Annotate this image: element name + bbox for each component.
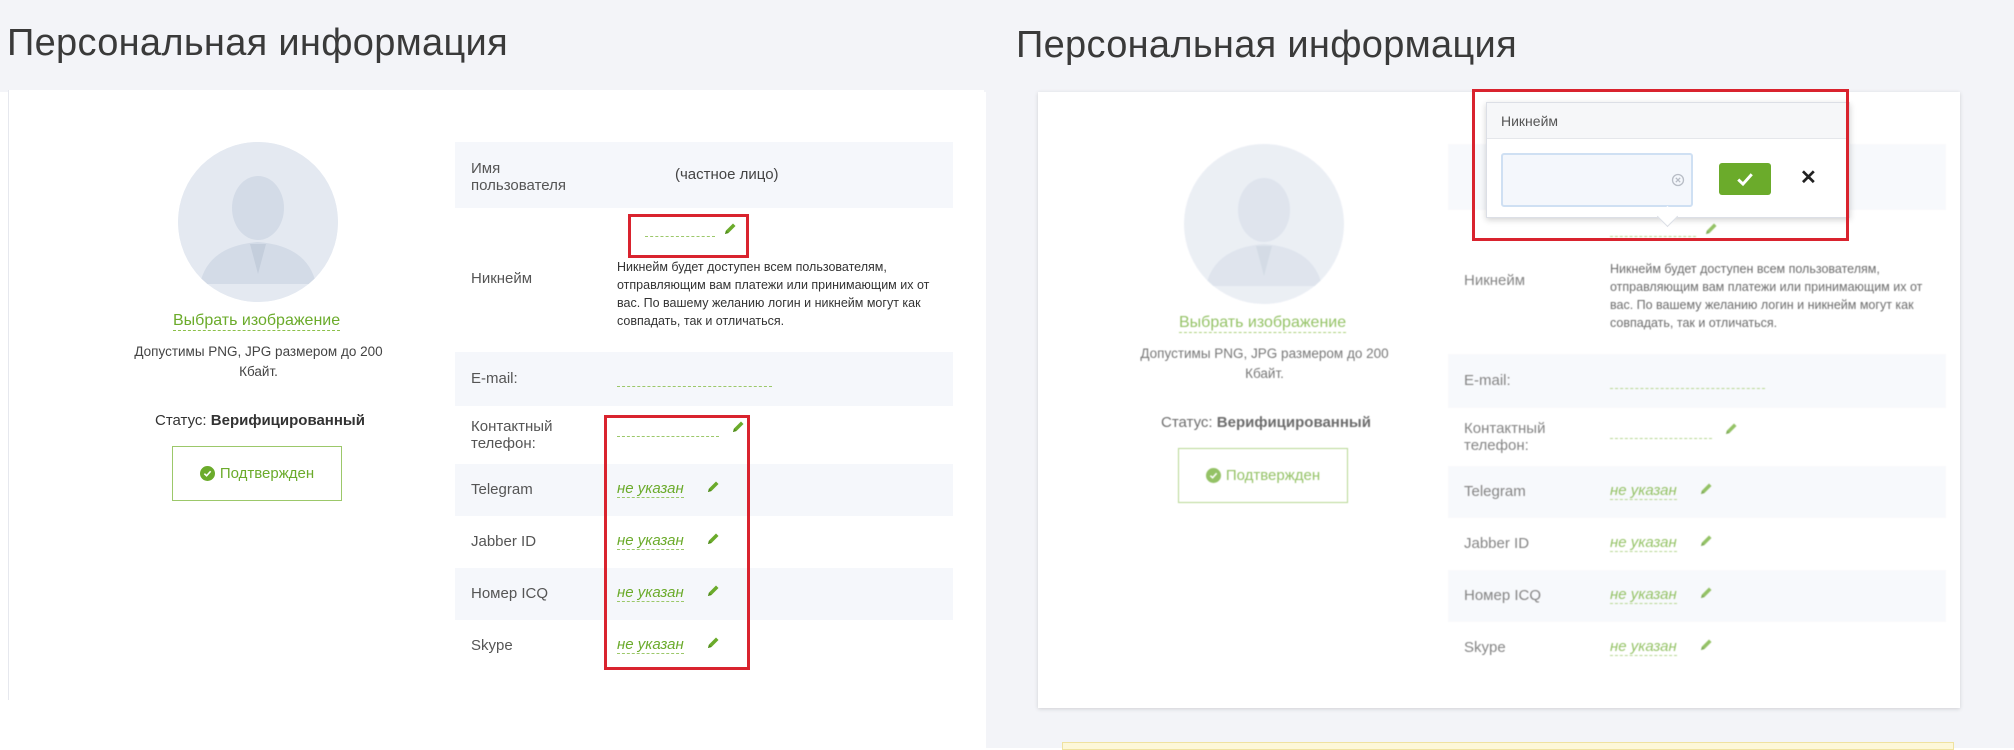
jabber-label: Jabber ID [471, 533, 537, 550]
avatar-secondary [1184, 144, 1344, 304]
row-phone-secondary: Контактный телефон: [1448, 408, 1946, 466]
email-value-secondary [1610, 388, 1765, 389]
nickname-label: Никнейм [471, 270, 533, 287]
row-username: Имя пользователя (частное лицо) [455, 142, 953, 208]
skype-edit-pencil-icon-secondary[interactable] [1699, 638, 1713, 652]
page-title-secondary: Персональная информация [1016, 24, 1517, 66]
clear-input-icon[interactable] [1671, 173, 1685, 187]
row-jabber-secondary: Jabber ID не указан [1448, 518, 1946, 570]
confirmed-label: Подтвержден [219, 465, 315, 482]
nickname-value[interactable] [645, 236, 715, 237]
icq-label-secondary: Номер ICQ [1464, 587, 1542, 604]
nickname-value-secondary[interactable] [1610, 236, 1696, 237]
phone-label: Контактный телефон: [471, 418, 553, 452]
status-label: Статус: [155, 412, 207, 429]
username-label: Имя пользователя [471, 160, 566, 194]
page-title: Персональная информация [7, 22, 508, 64]
telegram-edit-pencil-icon[interactable] [706, 480, 720, 494]
email-label: E-mail: [471, 370, 518, 387]
jabber-edit-pencil-icon[interactable] [706, 532, 720, 546]
telegram-label-secondary: Telegram [1464, 483, 1526, 500]
row-phone: Контактный телефон: [455, 406, 953, 464]
nickname-description-secondary: Никнейм будет доступен всем пользователя… [1610, 262, 1923, 330]
nickname-label-secondary: Никнейм [1464, 272, 1526, 289]
left-panel: Персональная информация Выбрать изображе… [0, 0, 986, 748]
jabber-label-secondary: Jabber ID [1464, 535, 1530, 552]
row-nickname-secondary: Никнейм Никнейм будет доступен всем поль… [1448, 210, 1946, 354]
icq-value-secondary[interactable]: не указан [1610, 586, 1677, 604]
choose-image-link[interactable]: Выбрать изображение [173, 312, 341, 331]
email-label-secondary: E-mail: [1464, 372, 1511, 389]
jabber-value-secondary[interactable]: не указан [1610, 534, 1677, 552]
row-email-secondary: E-mail: [1448, 354, 1946, 408]
phone-edit-pencil-icon[interactable] [731, 420, 745, 434]
user-silhouette-icon-secondary [1184, 144, 1344, 304]
skype-label: Skype [471, 637, 513, 654]
confirmed-label-secondary: Подтвержден [1225, 467, 1321, 484]
row-jabber: Jabber ID не указан [455, 516, 953, 568]
telegram-value-secondary[interactable]: не указан [1610, 482, 1677, 500]
skype-value-secondary[interactable]: не указан [1610, 638, 1677, 656]
jabber-value[interactable]: не указан [617, 532, 684, 550]
check-circle-icon [199, 466, 215, 481]
username-value: (частное лицо) [675, 166, 779, 183]
phone-edit-pencil-icon-secondary[interactable] [1724, 422, 1738, 436]
cancel-nickname-button[interactable]: ✕ [1800, 168, 1817, 188]
avatar [178, 142, 338, 302]
jabber-edit-pencil-icon-secondary[interactable] [1699, 534, 1713, 548]
nickname-input[interactable] [1501, 153, 1693, 207]
nickname-edit-popover: Никнейм ✕ [1486, 102, 1850, 218]
choose-image-link-secondary[interactable]: Выбрать изображение [1179, 314, 1347, 333]
popover-title: Никнейм [1487, 103, 1849, 139]
confirm-nickname-button[interactable] [1719, 163, 1771, 195]
verification-status: Статус: Верифицированный [155, 412, 365, 429]
row-telegram: Telegram не указан [455, 464, 953, 516]
skype-value[interactable]: не указан [617, 636, 684, 654]
checkmark-icon [1737, 173, 1753, 187]
verification-status-secondary: Статус: Верифицированный [1161, 414, 1371, 431]
row-icq-secondary: Номер ICQ не указан [1448, 570, 1946, 622]
telegram-edit-pencil-icon-secondary[interactable] [1699, 482, 1713, 496]
profile-fields-table: Имя пользователя (частное лицо) Никнейм … [455, 142, 953, 672]
confirmed-badge: Подтвержден [172, 446, 342, 501]
telegram-label: Telegram [471, 481, 533, 498]
nickname-description: Никнейм будет доступен всем пользователя… [617, 260, 930, 328]
right-panel: Персональная информация Выбрать изображе… [986, 0, 2014, 750]
profile-card: Выбрать изображение Допустимы PNG, JPG р… [8, 90, 984, 700]
row-skype-secondary: Skype не указан [1448, 622, 1946, 674]
row-skype: Skype не указан [455, 620, 953, 672]
nickname-edit-pencil-icon[interactable] [723, 222, 737, 236]
row-icq: Номер ICQ не указан [455, 568, 953, 620]
telegram-value[interactable]: не указан [617, 480, 684, 498]
icq-label: Номер ICQ [471, 585, 549, 602]
status-label-secondary: Статус: [1161, 414, 1213, 431]
icq-edit-pencil-icon[interactable] [706, 584, 720, 598]
image-hint: Допустимы PNG, JPG размером до 200 Кбайт… [134, 344, 383, 379]
phone-value-secondary[interactable] [1610, 438, 1712, 439]
status-value: Верифицированный [210, 412, 365, 429]
profile-fields-table-secondary: Никнейм Никнейм будет доступен всем поль… [1448, 144, 1946, 674]
check-circle-icon-secondary [1205, 468, 1221, 483]
image-hint-secondary: Допустимы PNG, JPG размером до 200 Кбайт… [1140, 346, 1389, 381]
status-value-secondary: Верифицированный [1216, 414, 1371, 431]
row-nickname: Никнейм Никнейм будет доступен всем поль… [455, 208, 953, 352]
phone-value[interactable] [617, 436, 719, 437]
icq-edit-pencil-icon-secondary[interactable] [1699, 586, 1713, 600]
notice-banner-edge [1062, 742, 1954, 750]
row-email: E-mail: [455, 352, 953, 406]
user-silhouette-icon [178, 142, 338, 302]
skype-edit-pencil-icon[interactable] [706, 636, 720, 650]
nickname-edit-pencil-icon-secondary[interactable] [1704, 222, 1718, 236]
skype-label-secondary: Skype [1464, 639, 1506, 656]
email-value [617, 386, 772, 387]
phone-label-secondary: Контактный телефон: [1464, 420, 1546, 454]
row-telegram-secondary: Telegram не указан [1448, 466, 1946, 518]
icq-value[interactable]: не указан [617, 584, 684, 602]
confirmed-badge-secondary: Подтвержден [1178, 448, 1348, 503]
